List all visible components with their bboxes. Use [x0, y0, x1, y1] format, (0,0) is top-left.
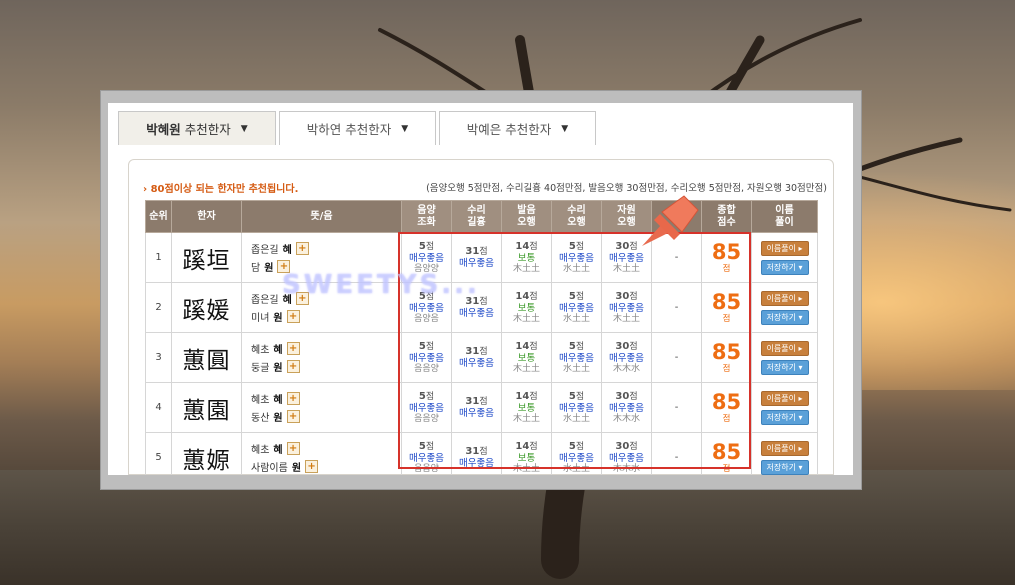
- header-suri-elem: 수리 오행: [551, 200, 602, 233]
- meaning-cell: 혜초 혜 + 동산 원 +: [241, 382, 402, 433]
- header-suri: 수리 길흉: [451, 200, 502, 233]
- meaning-line: 혜초 혜 +: [251, 390, 401, 408]
- plus-icon[interactable]: +: [295, 242, 309, 255]
- header-hanja: 한자: [171, 200, 242, 233]
- name-interp-cell: 이름풀이 ▸ 저장하기 ▾: [751, 332, 818, 383]
- meaning-sound: 혜: [273, 345, 283, 356]
- meaning-line: 동산 원 +: [251, 408, 401, 426]
- name-interp-button[interactable]: 이름풀이 ▸: [760, 440, 809, 456]
- hanja-cell: 蕙嫄: [171, 432, 242, 475]
- meaning-word: 담: [251, 263, 261, 274]
- rank-cell: 3: [145, 332, 172, 383]
- rank-cell: 5: [145, 432, 172, 475]
- hanja-text: 蹊垣: [182, 247, 231, 274]
- watermark-text: SWEETYS...: [282, 270, 480, 300]
- tab-name-bold: 박혜원: [146, 122, 181, 137]
- header-total: 종합 점수: [701, 200, 752, 233]
- meaning-word: 혜초: [251, 445, 270, 456]
- meaning-word: 동산: [251, 413, 270, 424]
- save-button[interactable]: 저장하기 ▾: [760, 409, 809, 425]
- plus-icon[interactable]: +: [286, 310, 300, 323]
- hanja-cell: 蹊媛: [171, 282, 242, 333]
- hanja-cell: 蹊垣: [171, 232, 242, 283]
- save-button[interactable]: 저장하기 ▾: [760, 259, 809, 275]
- plus-icon[interactable]: +: [286, 392, 300, 405]
- tab-parkhayeon[interactable]: 박하연 추천한자 ▼: [279, 111, 436, 145]
- save-button[interactable]: 저장하기 ▾: [760, 459, 809, 475]
- rank-cell: 1: [145, 232, 172, 283]
- hanja-text: 蕙嫄: [182, 447, 231, 474]
- meaning-sound: 원: [291, 463, 302, 474]
- tab-parkhyewon[interactable]: 박혜원 추천한자 ▼: [118, 111, 276, 145]
- meaning-sound: 혜: [282, 245, 292, 256]
- header-yinyang: 음양 조화: [401, 200, 452, 233]
- header-name-interp: 이름 풀이: [751, 200, 818, 233]
- header-rank: 순위: [145, 200, 172, 233]
- meaning-sound: 원: [273, 413, 283, 424]
- plus-icon[interactable]: +: [286, 342, 300, 355]
- name-interp-button[interactable]: 이름풀이 ▸: [760, 290, 809, 306]
- save-button[interactable]: 저장하기 ▾: [760, 309, 809, 325]
- meaning-word: 사람이름: [251, 463, 288, 474]
- table-header-row: 순위 한자 뜻/음 음양조화 수리길흉 발음오행 수리오행 자원오행 획 종합점…: [145, 200, 818, 233]
- meaning-word: 좁은길: [251, 295, 279, 306]
- save-button[interactable]: 저장하기 ▾: [760, 359, 809, 375]
- pushpin-icon: [642, 195, 699, 246]
- header-sound-elem: 발음 오행: [501, 200, 552, 233]
- meaning-word: 미녀: [251, 313, 270, 324]
- hanja-text: 蹊媛: [182, 297, 231, 324]
- meaning-word: 혜초: [251, 395, 270, 406]
- meaning-line: 사람이름 원 +: [251, 458, 401, 476]
- name-interp-cell: 이름풀이 ▸ 저장하기 ▾: [751, 432, 818, 475]
- plus-icon[interactable]: +: [305, 460, 319, 473]
- name-interp-cell: 이름풀이 ▸ 저장하기 ▾: [751, 282, 818, 333]
- meaning-cell: 혜초 혜 + 둥글 원 +: [241, 332, 402, 383]
- meaning-line: 둥글 원 +: [251, 358, 401, 376]
- caret-down-icon: ▼: [401, 123, 409, 134]
- caret-down-icon: ▼: [240, 123, 248, 134]
- name-interp-cell: 이름풀이 ▸ 저장하기 ▾: [751, 232, 818, 283]
- tab-label: 박예은 추천한자: [466, 122, 552, 137]
- meaning-line: 미녀 원 +: [251, 308, 401, 326]
- meaning-cell: 혜초 혜 + 사람이름 원 +: [241, 432, 402, 476]
- plus-icon[interactable]: +: [286, 360, 300, 373]
- hanja-cell: 蕙圓: [171, 332, 242, 383]
- tab-parkyeeun[interactable]: 박예은 추천한자 ▼: [439, 111, 596, 145]
- notice-text: › 80점이상 되는 한자만 추천됩니다.: [143, 184, 299, 195]
- highlight-box: [398, 232, 751, 469]
- plus-icon[interactable]: +: [286, 442, 300, 455]
- meaning-line: 좁은길 혜 +: [251, 240, 401, 258]
- caret-down-icon: ▼: [561, 123, 569, 134]
- name-interp-button[interactable]: 이름풀이 ▸: [760, 340, 809, 356]
- meaning-line: 혜초 혜 +: [251, 440, 401, 458]
- score-legend: (음양오행 5점만점, 수리길흉 40점만점, 발음오행 30점만점, 수리오행…: [426, 183, 827, 194]
- hanja-text: 蕙園: [182, 397, 231, 424]
- tab-label: 박하연 추천한자: [306, 122, 392, 137]
- meaning-sound: 원: [273, 313, 283, 324]
- name-interp-cell: 이름풀이 ▸ 저장하기 ▾: [751, 382, 818, 433]
- name-interp-button[interactable]: 이름풀이 ▸: [760, 240, 809, 256]
- rank-cell: 4: [145, 382, 172, 433]
- meaning-sound: 혜: [273, 445, 283, 456]
- meaning-sound: 원: [273, 363, 283, 374]
- meaning-sound: 혜: [273, 395, 283, 406]
- rank-cell: 2: [145, 282, 172, 333]
- hanja-cell: 蕙園: [171, 382, 242, 433]
- meaning-sound: 원: [264, 263, 274, 274]
- meaning-word: 둥글: [251, 363, 270, 374]
- tab-label: 추천한자: [180, 122, 231, 137]
- header-meaning: 뜻/음: [241, 200, 402, 233]
- meaning-word: 혜초: [251, 345, 270, 356]
- hanja-text: 蕙圓: [182, 347, 231, 374]
- plus-icon[interactable]: +: [286, 410, 300, 423]
- meaning-line: 혜초 혜 +: [251, 340, 401, 358]
- name-interp-button[interactable]: 이름풀이 ▸: [760, 390, 809, 406]
- meaning-word: 좁은길: [251, 245, 279, 256]
